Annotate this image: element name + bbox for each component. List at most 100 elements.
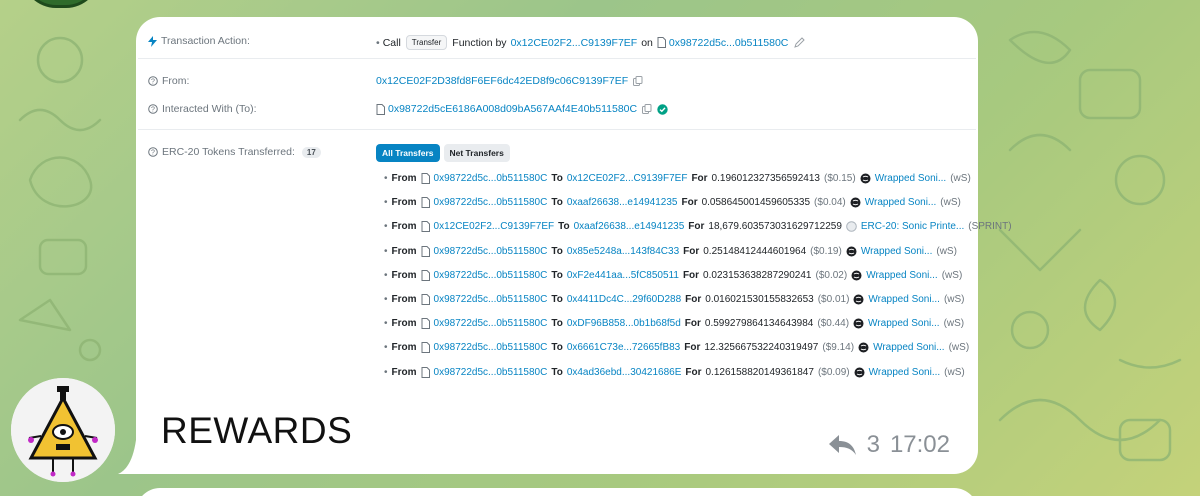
transfer-usd-value: ($0.15): [824, 173, 856, 184]
to-label: Interacted With (To):: [162, 103, 257, 115]
token-symbol: (wS): [940, 197, 961, 209]
token-symbol: (wS): [936, 245, 957, 257]
transfer-to-link[interactable]: 0xaaf26638...e14941235: [574, 221, 685, 232]
transfer-amount: 0.25148412444601964: [703, 245, 807, 257]
from-value-row: 0x12CE02F2D38fd8F6EF6dc42ED8f9c06C9139F7…: [376, 75, 643, 87]
transfer-from-link[interactable]: 0x98722d5c...0b511580C: [434, 173, 548, 184]
to-word: To: [558, 221, 570, 233]
token-link[interactable]: Wrapped Soni...: [866, 270, 938, 281]
contract-doc-icon: [421, 269, 430, 281]
transfer-to-link[interactable]: 0x6661C73e...72665fB83: [567, 342, 680, 353]
transfer-row: • From 0x12CE02F2...C9139F7EF To 0xaaf26638.…: [384, 221, 1016, 233]
message-meta: 3 17:02: [827, 431, 950, 459]
next-message-bubble[interactable]: [136, 488, 978, 496]
transfer-from-link[interactable]: 0x98722d5c...0b511580C: [434, 318, 548, 329]
for-word: For: [684, 318, 701, 330]
transfer-from-link[interactable]: 0x98722d5c...0b511580C: [434, 294, 548, 305]
from-label: From:: [162, 75, 190, 87]
token-symbol: (SPRINT): [968, 221, 1012, 233]
transfer-to-link[interactable]: 0xDF96B858...0b1b68f5d: [567, 318, 681, 329]
message-bubble[interactable]: Transaction Action: • Call Transfer Func…: [136, 17, 1012, 474]
token-link[interactable]: Wrapped Soni...: [873, 342, 945, 353]
erc20-label-wrap: ? ERC-20 Tokens Transferred: 17: [148, 146, 321, 158]
for-word: For: [691, 173, 708, 184]
transfer-amount: 0.023153638287290241: [703, 269, 812, 281]
svg-text:?: ?: [151, 150, 155, 157]
transfer-row: • From 0x98722d5c...0b511580C To 0xF2e441aa.…: [384, 269, 966, 281]
contract-doc-icon: [657, 37, 666, 48]
tab-net-transfers[interactable]: Net Transfers: [443, 144, 510, 162]
token-link[interactable]: Wrapped Soni...: [865, 197, 937, 208]
transfer-from-link[interactable]: 0x12CE02F2...C9139F7EF: [434, 221, 555, 232]
transfer-from-link[interactable]: 0x98722d5c...0b511580C: [434, 197, 548, 208]
token-link[interactable]: Wrapped Soni...: [875, 173, 947, 184]
transfer-usd-value: ($9.14): [822, 342, 855, 354]
token-link[interactable]: Wrapped Soni...: [869, 367, 941, 378]
transfer-usd-value: ($0.44): [817, 318, 850, 330]
transfer-from-link[interactable]: 0x98722d5c...0b511580C: [434, 246, 548, 257]
for-word: For: [681, 197, 698, 209]
transfer-to-link[interactable]: 0x4ad36ebd...30421686E: [567, 367, 682, 378]
reply-count[interactable]: 3: [867, 431, 880, 459]
from-word: From: [391, 221, 417, 233]
from-word: From: [391, 342, 417, 354]
verified-check-icon: [657, 103, 668, 115]
transaction-screenshot[interactable]: Transaction Action: • Call Transfer Func…: [136, 17, 1012, 401]
transfer-to-link[interactable]: 0xaaf26638...e14941235: [567, 197, 678, 208]
transfer-usd-value: ($0.02): [815, 269, 848, 281]
contract-doc-icon: [376, 103, 385, 115]
transfer-to-link[interactable]: 0xF2e441aa...5fC850511: [567, 270, 679, 281]
action-from-link[interactable]: 0x12CE02F2...C9139F7EF: [511, 37, 638, 49]
for-word: For: [688, 221, 705, 233]
transfer-amount: 18,679.603573031629712259: [708, 221, 842, 233]
token-placeholder-icon: [846, 221, 857, 233]
token-symbol: (wS): [943, 318, 965, 330]
avatar[interactable]: [11, 378, 115, 482]
to-word: To: [551, 294, 563, 305]
transfer-from-link[interactable]: 0x98722d5c...0b511580C: [434, 342, 548, 353]
to-word: To: [551, 366, 563, 378]
divider: [138, 58, 976, 59]
transfer-amount: 0.016021530155832653: [705, 294, 814, 305]
to-word: To: [551, 197, 563, 209]
transfer-from-link[interactable]: 0x98722d5c...0b511580C: [434, 270, 548, 281]
sonic-token-icon: [851, 270, 862, 281]
from-word: From: [391, 366, 417, 378]
bullet-icon: •: [384, 366, 388, 378]
copy-icon[interactable]: [633, 76, 643, 86]
from-address-link[interactable]: 0x12CE02F2D38fd8F6EF6dc42ED8f9c06C9139F7…: [376, 75, 628, 87]
action-function-by: Function by: [452, 36, 507, 49]
lightning-icon: [148, 35, 157, 47]
transfer-usd-value: ($0.09): [817, 366, 850, 378]
token-link[interactable]: Wrapped Soni...: [868, 318, 940, 329]
transfer-to-link[interactable]: 0x12CE02F2...C9139F7EF: [567, 173, 688, 184]
bullet-icon: •: [384, 269, 388, 281]
token-link[interactable]: Wrapped Soni...: [861, 246, 933, 257]
from-word: From: [391, 245, 417, 257]
transfer-row: • From 0x98722d5c...0b511580C To 0xDF96B858.…: [384, 318, 968, 330]
to-address-link[interactable]: 0x98722d5cE6186A008d09bA567AAf4E40b51158…: [388, 103, 637, 115]
bullet-icon: •: [376, 36, 380, 49]
sonic-token-icon: [860, 173, 871, 184]
token-symbol: (wS): [941, 269, 963, 281]
tab-all-transfers[interactable]: All Transfers: [376, 144, 440, 162]
from-word: From: [391, 294, 417, 305]
for-word: For: [682, 269, 700, 281]
reply-arrow-icon[interactable]: [827, 433, 857, 457]
token-link[interactable]: ERC-20: Sonic Printe...: [861, 221, 964, 232]
action-to-link[interactable]: 0x98722d5c...0b511580C: [669, 37, 789, 49]
transfer-to-link[interactable]: 0x85e5248a...143f84C33: [567, 246, 679, 257]
transfer-usd-value: ($0.01): [817, 294, 850, 305]
copy-icon[interactable]: [642, 104, 652, 114]
transaction-action-label-wrap: Transaction Action:: [148, 35, 250, 47]
from-label-wrap: ? From:: [148, 75, 189, 87]
transfer-from-link[interactable]: 0x98722d5c...0b511580C: [434, 367, 548, 378]
edit-icon[interactable]: [794, 37, 806, 48]
divider: [138, 129, 976, 130]
contract-doc-icon: [421, 366, 430, 378]
transfer-row: • From 0x98722d5c...0b511580C To 0x4ad36ebd.…: [384, 366, 969, 378]
contract-doc-icon: [421, 318, 430, 330]
token-link[interactable]: Wrapped Soni...: [868, 294, 940, 305]
contract-doc-icon: [421, 221, 430, 233]
transfer-to-link[interactable]: 0x4411Dc4C...29f60D288: [567, 294, 681, 305]
